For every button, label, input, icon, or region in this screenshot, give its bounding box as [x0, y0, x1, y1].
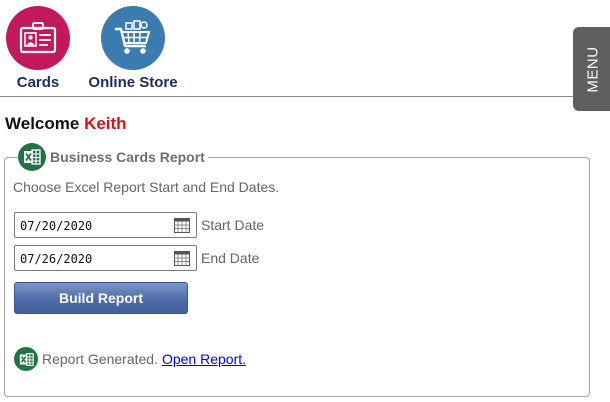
start-date-label: Start Date: [201, 217, 265, 233]
excel-icon: [18, 143, 46, 171]
calendar-icon[interactable]: [174, 251, 190, 266]
username: Keith: [84, 114, 127, 133]
end-date-input[interactable]: 07/26/2020: [14, 245, 197, 271]
status-text: Report Generated.: [42, 351, 158, 367]
calendar-icon[interactable]: [174, 218, 190, 233]
nav-label-online-store: Online Store: [88, 74, 178, 91]
report-instructions: Choose Excel Report Start and End Dates.: [13, 179, 280, 195]
top-nav: Cards Online Store: [0, 0, 610, 97]
end-date-value: 07/26/2020: [20, 252, 93, 266]
report-title: Business Cards Report: [50, 149, 205, 165]
nav-item-online-store[interactable]: Online Store: [86, 6, 180, 91]
report-status: Report Generated. Open Report.: [14, 347, 246, 371]
report-panel-legend: Business Cards Report: [17, 143, 208, 171]
start-date-value: 07/20/2020: [20, 219, 93, 233]
shopping-cart-icon: [115, 20, 151, 54]
menu-label: MENU: [584, 45, 602, 93]
cards-icon-circle: [6, 6, 70, 70]
nav-label-cards: Cards: [16, 74, 60, 91]
menu-button[interactable]: MENU: [573, 27, 610, 111]
store-icon-circle: [101, 6, 165, 70]
id-card-icon: [19, 22, 57, 54]
welcome-message: Welcome Keith: [5, 114, 127, 134]
welcome-prefix: Welcome: [5, 114, 80, 133]
nav-item-cards[interactable]: Cards: [4, 6, 72, 91]
start-date-input[interactable]: 07/20/2020: [14, 212, 197, 238]
excel-icon: [14, 347, 38, 371]
end-date-label: End Date: [201, 250, 260, 266]
open-report-link[interactable]: Open Report.: [162, 351, 246, 367]
build-report-button[interactable]: Build Report: [14, 282, 188, 314]
